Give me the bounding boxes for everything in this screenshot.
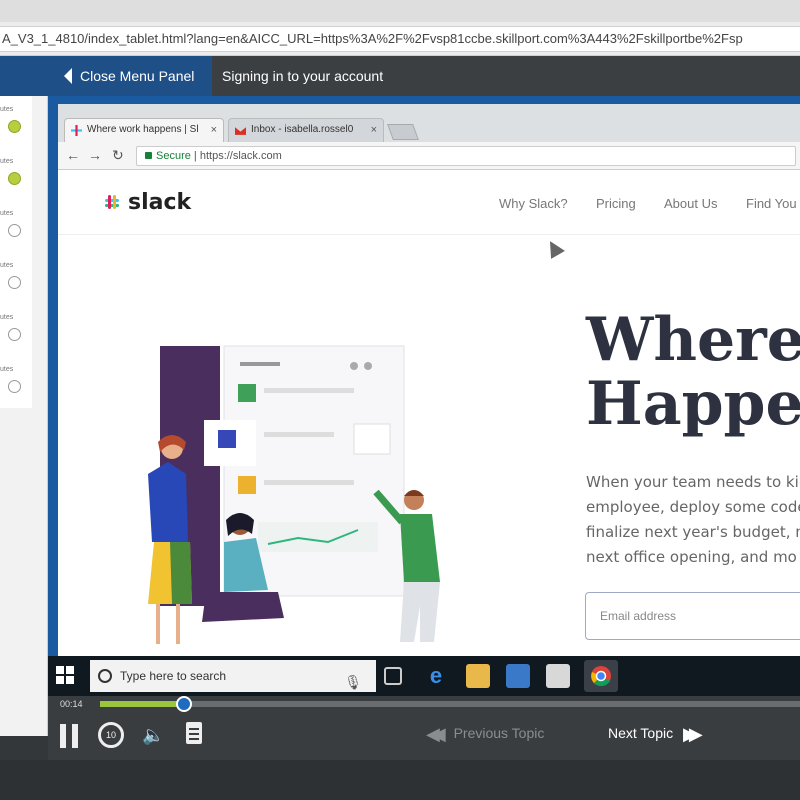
subtext-line: When your team needs to ki: [586, 473, 799, 491]
topic-title: Signing in to your account: [222, 68, 384, 84]
chevron-left-icon: [64, 68, 72, 84]
windows-start-icon[interactable]: [56, 666, 74, 684]
slack-hash-icon: [105, 195, 119, 209]
hero-subtext: When your team needs to ki employee, dep…: [586, 470, 800, 570]
store-icon[interactable]: [506, 664, 530, 688]
video-stage: Where work happens | Sl × Inbox - isabel…: [48, 96, 800, 656]
player-controls: 00:14 10 🔈 ◀◀ Previous Topic Next Topic …: [48, 696, 800, 760]
completion-status-icon: [8, 380, 21, 393]
nav-find-your[interactable]: Find You: [746, 196, 797, 211]
progress-bar[interactable]: [100, 696, 800, 712]
completion-status-icon: [8, 328, 21, 341]
menu-item-label: utes: [0, 314, 14, 321]
subtext-line: finalize next year's budget, n: [586, 523, 800, 541]
completion-status-icon: [8, 276, 21, 289]
slack-wordmark: slack: [128, 190, 192, 215]
tab-inbox[interactable]: Inbox - isabella.rossel0 ×: [228, 118, 384, 142]
close-menu-label: Close Menu Panel: [80, 68, 195, 84]
menu-item-label: utes: [0, 366, 14, 373]
progress-fill: [100, 701, 184, 707]
subtext-line: next office opening, and mo: [586, 548, 797, 566]
inner-url: https://slack.com: [199, 150, 282, 162]
browser-top-strip: [0, 0, 800, 22]
menu-item-label: utes: [0, 262, 14, 269]
file-explorer-icon[interactable]: [466, 664, 490, 688]
tab-label: Inbox - isabella.rossel0: [251, 124, 354, 135]
completion-status-icon: [8, 120, 21, 133]
close-tab-icon[interactable]: ×: [371, 119, 377, 141]
taskbar-search-placeholder: Type here to search: [120, 669, 227, 683]
replay-10-button[interactable]: 10: [98, 722, 124, 748]
forward-arrow-icon[interactable]: →: [88, 147, 102, 163]
pause-icon: [60, 724, 66, 748]
lock-icon: [145, 152, 152, 159]
hero-line-2: Happen: [586, 369, 800, 439]
previous-topic-label: Previous Topic: [453, 725, 545, 741]
menu-item[interactable]: utes: [0, 104, 32, 156]
double-chevron-left-icon: ◀◀: [426, 724, 445, 744]
slack-logo[interactable]: slack: [102, 190, 191, 215]
inner-toolbar: ← → ↻ Secure | https://slack.com: [58, 142, 800, 170]
hero-heading: Where W Happen: [586, 308, 800, 436]
browser-url-bar: A_V3_1_4810/index_tablet.html?lang=en&AI…: [0, 0, 800, 56]
back-arrow-icon[interactable]: ←: [66, 147, 80, 163]
cortana-circle-icon: [98, 669, 112, 683]
pause-button[interactable]: [60, 724, 80, 748]
transcript-icon[interactable]: [186, 722, 202, 744]
menu-item[interactable]: utes: [0, 312, 32, 364]
menu-item[interactable]: utes: [0, 364, 32, 416]
microphone-icon[interactable]: 🎙: [344, 666, 362, 698]
mouse-cursor-icon: [543, 237, 565, 259]
progress-handle[interactable]: [176, 696, 192, 712]
chrome-icon: [591, 666, 611, 687]
address-field[interactable]: A_V3_1_4810/index_tablet.html?lang=en&AI…: [0, 26, 800, 52]
menu-item[interactable]: utes: [0, 208, 32, 260]
close-tab-icon[interactable]: ×: [211, 119, 217, 141]
nav-why-slack[interactable]: Why Slack?: [499, 196, 568, 211]
next-topic-button[interactable]: Next Topic ▶▶: [608, 724, 702, 745]
next-topic-label: Next Topic: [608, 725, 674, 741]
course-player: Close Menu Panel Signing in to your acco…: [0, 56, 800, 800]
windows-taskbar: Type here to search 🎙 e: [48, 656, 800, 696]
inner-tab-strip: Where work happens | Sl × Inbox - isabel…: [58, 104, 800, 142]
nav-pricing[interactable]: Pricing: [596, 196, 636, 211]
slack-favicon-icon: [71, 125, 82, 136]
replay-label: 10: [105, 730, 116, 740]
menu-item-label: utes: [0, 158, 14, 165]
taskbar-search-input[interactable]: Type here to search 🎙: [90, 660, 376, 692]
completion-status-icon: [8, 224, 21, 237]
menu-item-label: utes: [0, 210, 14, 217]
subtext-line: employee, deploy some code: [586, 498, 800, 516]
volume-icon[interactable]: 🔈: [142, 725, 164, 746]
player-footer: [0, 760, 800, 800]
completion-status-icon: [8, 172, 21, 185]
tab-slack[interactable]: Where work happens | Sl ×: [64, 118, 224, 142]
inner-address-bar[interactable]: Secure | https://slack.com: [136, 146, 796, 166]
chrome-taskbar-button[interactable]: [584, 660, 618, 692]
menu-item[interactable]: utes: [0, 260, 32, 312]
gmail-favicon-icon: [235, 127, 246, 135]
previous-topic-button[interactable]: ◀◀ Previous Topic: [426, 724, 544, 745]
menu-item-label: utes: [0, 106, 14, 113]
menu-panel: utes utes utes utes utes utes: [0, 96, 48, 736]
player-header: Close Menu Panel Signing in to your acco…: [0, 56, 800, 96]
recorded-screen: Where work happens | Sl × Inbox - isabel…: [58, 104, 800, 656]
secure-label: Secure: [156, 150, 191, 162]
elapsed-time: 00:14: [60, 699, 83, 709]
email-field[interactable]: Email address: [585, 592, 800, 640]
task-view-icon[interactable]: [384, 667, 402, 685]
close-menu-panel-button[interactable]: Close Menu Panel: [0, 56, 212, 96]
double-chevron-right-icon: ▶▶: [683, 724, 702, 744]
menu-panel-list: utes utes utes utes utes utes: [0, 96, 32, 408]
hero-line-1: Where W: [586, 305, 800, 375]
mail-icon[interactable]: [546, 664, 570, 688]
new-tab-button[interactable]: [387, 124, 419, 140]
menu-item[interactable]: utes: [0, 156, 32, 208]
nav-about-us[interactable]: About Us: [664, 196, 717, 211]
nav-divider: [58, 234, 800, 235]
team-illustration: [148, 345, 440, 644]
reload-icon[interactable]: ↻: [112, 147, 124, 164]
tab-label: Where work happens | Sl: [87, 124, 199, 135]
edge-icon[interactable]: e: [424, 664, 448, 688]
